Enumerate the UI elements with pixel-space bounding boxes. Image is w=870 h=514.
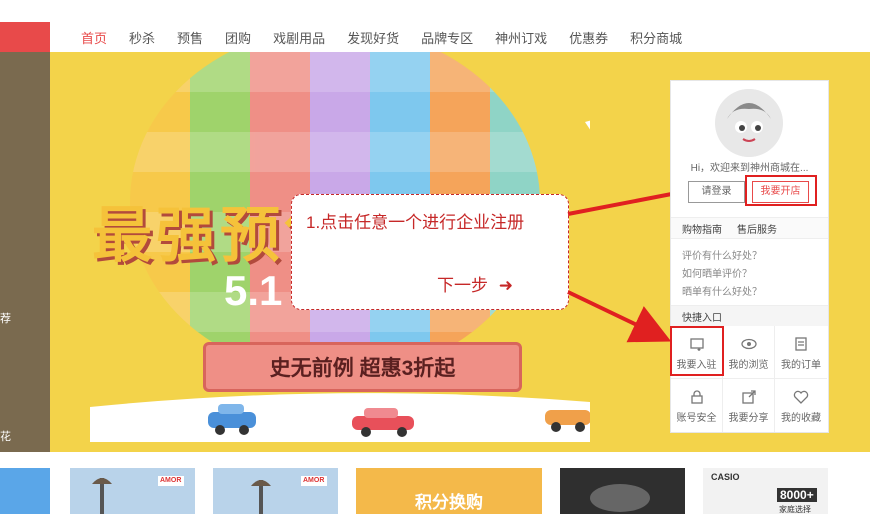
tower-image (213, 468, 338, 514)
default-avatar-icon (715, 89, 783, 157)
help-tabs: 购物指南 售后服务 (671, 217, 828, 239)
promo-ribbon: 史无前例 超惠3折起 (203, 342, 522, 392)
shortcut-label: 我的浏览 (728, 360, 769, 371)
user-panel: Hi，欢迎来到神州商城在... 请登录 我要开店 购物指南 售后服务 评价有什么… (670, 80, 829, 433)
brand-logo: CASIO (711, 472, 740, 482)
hero-date: 5.1 (224, 267, 283, 314)
top-nav: 首页 秒杀 预售 团购 戏剧用品 发现好货 品牌专区 神州订戏 优惠券 积分商城 (0, 22, 870, 52)
instruction-callout: 1.点击任意一个进行企业注册 下一步 ➜ (291, 194, 569, 310)
category-sidebar: 荐 花 (0, 52, 50, 452)
shortcut-label: 账号安全 (676, 413, 717, 424)
avatar[interactable] (715, 89, 783, 157)
lock-icon (690, 390, 703, 404)
paper-plane-icon (585, 120, 590, 130)
store-entry-highlight (670, 326, 724, 376)
category-text[interactable]: 荐 (0, 310, 11, 326)
product-card[interactable]: AMOR (213, 468, 338, 514)
nav-item-discover[interactable]: 发现好货 (347, 28, 399, 47)
shortcut-title: 快捷入口 (682, 313, 722, 324)
tab-shopping-guide[interactable]: 购物指南 (682, 221, 722, 236)
brand-logo: AMOR (160, 477, 182, 484)
shortcut-browse-history[interactable]: 我的浏览 (723, 326, 775, 379)
heart-icon (793, 390, 809, 404)
order-list-icon (795, 337, 807, 351)
category-text[interactable]: 花 (0, 428, 11, 444)
points-exchange-label: 积分换购 (415, 493, 483, 512)
nav-item-home[interactable]: 首页 (81, 28, 107, 47)
nav-item-points-mall[interactable]: 积分商城 (630, 28, 682, 47)
faq-link[interactable]: 评价有什么好处？ (682, 247, 762, 262)
welcome-text: Hi，欢迎来到神州商城在... (690, 163, 809, 174)
nav-item-presale[interactable]: 预售 (177, 28, 203, 47)
shortcut-my-orders[interactable]: 我的订单 (775, 326, 827, 379)
faq-link[interactable]: 如何晒单评价？ (682, 265, 752, 280)
shortcut-label: 我的收藏 (781, 413, 821, 424)
login-button[interactable]: 请登录 (688, 181, 745, 203)
product-card[interactable] (0, 468, 50, 514)
instruction-text: 1.点击任意一个进行企业注册 (306, 213, 525, 232)
shortcut-header: 快捷入口 (671, 305, 828, 326)
tower-image (70, 468, 195, 514)
points-exchange-card[interactable]: 积分换购 (356, 468, 542, 514)
eye-icon (740, 338, 757, 350)
promo-tag: 8000+ (777, 488, 817, 502)
brand-logo: AMOR (303, 477, 325, 484)
product-card[interactable]: AMOR (70, 468, 195, 514)
shortcut-store-entry[interactable]: 我要入驻 (670, 326, 724, 379)
nav-item-brands[interactable]: 品牌专区 (421, 28, 473, 47)
category-menu-button[interactable] (0, 22, 50, 52)
product-card[interactable] (560, 468, 685, 514)
product-cards-row: AMOR AMOR 积分换购 CASIO 8000+ 家庭选择 (0, 452, 870, 514)
nav-item-coupons[interactable]: 优惠券 (569, 28, 608, 47)
nav-item-group-buy[interactable]: 团购 (225, 28, 251, 47)
tab-after-sales[interactable]: 售后服务 (737, 221, 777, 236)
share-icon (741, 390, 756, 404)
faq-link[interactable]: 晒单有什么好处？ (682, 283, 762, 298)
shortcut-account-security[interactable]: 账号安全 (671, 379, 723, 432)
product-card[interactable]: CASIO 8000+ 家庭选择 (703, 468, 828, 514)
shortcut-label: 我的订单 (781, 360, 821, 371)
next-step-text: 下一步 (437, 276, 488, 295)
nav-item-shenzhou-drama[interactable]: 神州订戏 (495, 28, 547, 47)
arrow-right-icon: ➜ (498, 276, 513, 295)
nav-items: 首页 秒杀 预售 团购 戏剧用品 发现好货 品牌专区 神州订戏 优惠券 积分商城 (70, 22, 693, 52)
shortcut-favorites[interactable]: 我的收藏 (775, 379, 827, 432)
open-store-highlight (745, 175, 817, 206)
nav-item-drama-goods[interactable]: 戏剧用品 (273, 28, 325, 47)
nav-item-flash-sale[interactable]: 秒杀 (129, 28, 155, 47)
product-photo (560, 468, 685, 514)
shortcut-label: 我要分享 (728, 413, 769, 424)
shortcut-grid: 我要入驻 我的浏览 我的订单 账号安全 我要分享 我的收藏 (670, 326, 828, 432)
promo-subtext: 家庭选择 (779, 505, 811, 514)
next-step-label: 下一步 ➜ (437, 271, 513, 296)
shortcut-share[interactable]: 我要分享 (723, 379, 775, 432)
